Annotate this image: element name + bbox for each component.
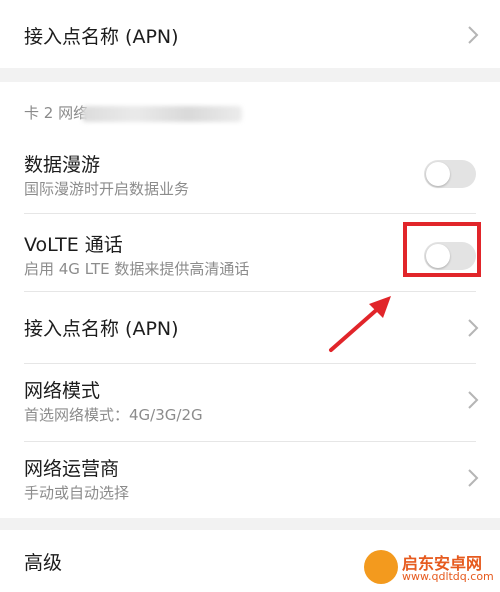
toggle-knob: [426, 162, 450, 186]
network-mode-subtitle: 首选网络模式：4G/3G/2G: [24, 406, 203, 424]
chevron-right-icon: [466, 468, 480, 488]
annotation-arrow-icon: [325, 292, 395, 354]
volte-subtitle: 启用 4G LTE 数据来提供高清通话: [24, 260, 250, 278]
redacted-phone-number: [82, 106, 242, 122]
section-label: 卡 2 网络: [24, 104, 89, 122]
data-roaming-row[interactable]: 数据漫游 国际漫游时开启数据业务: [0, 138, 500, 214]
chevron-right-icon: [466, 390, 480, 410]
carrier-title: 网络运营商: [24, 458, 120, 480]
carrier-subtitle: 手动或自动选择: [24, 484, 130, 502]
network-mode-row[interactable]: 网络模式 首选网络模式：4G/3G/2G: [0, 364, 500, 442]
advanced-title: 高级: [24, 552, 63, 574]
data-roaming-title: 数据漫游: [24, 154, 101, 176]
volte-title: VoLTE 通话: [24, 234, 123, 256]
apn-title: 接入点名称 (APN): [24, 26, 179, 48]
android-logo-icon: [364, 550, 398, 584]
data-roaming-toggle[interactable]: [424, 160, 476, 188]
card2-section-header: 卡 2 网络: [0, 82, 500, 138]
apn-row-card2[interactable]: 接入点名称 (APN): [0, 292, 500, 364]
section-gap: [0, 68, 500, 82]
chevron-right-icon: [466, 318, 480, 338]
apn-title: 接入点名称 (APN): [24, 318, 179, 340]
data-roaming-subtitle: 国际漫游时开启数据业务: [24, 180, 190, 198]
watermark-logo: 启东安卓网 www.qdltdq.com: [362, 548, 496, 588]
apn-row-card1[interactable]: 接入点名称 (APN): [0, 0, 500, 68]
watermark-url: www.qdltdq.com: [402, 570, 494, 583]
section-gap: [0, 518, 500, 530]
chevron-right-icon: [466, 25, 480, 45]
volte-toggle-highlight-box: [403, 222, 481, 277]
carrier-row[interactable]: 网络运营商 手动或自动选择: [0, 442, 500, 518]
network-mode-title: 网络模式: [24, 380, 101, 402]
